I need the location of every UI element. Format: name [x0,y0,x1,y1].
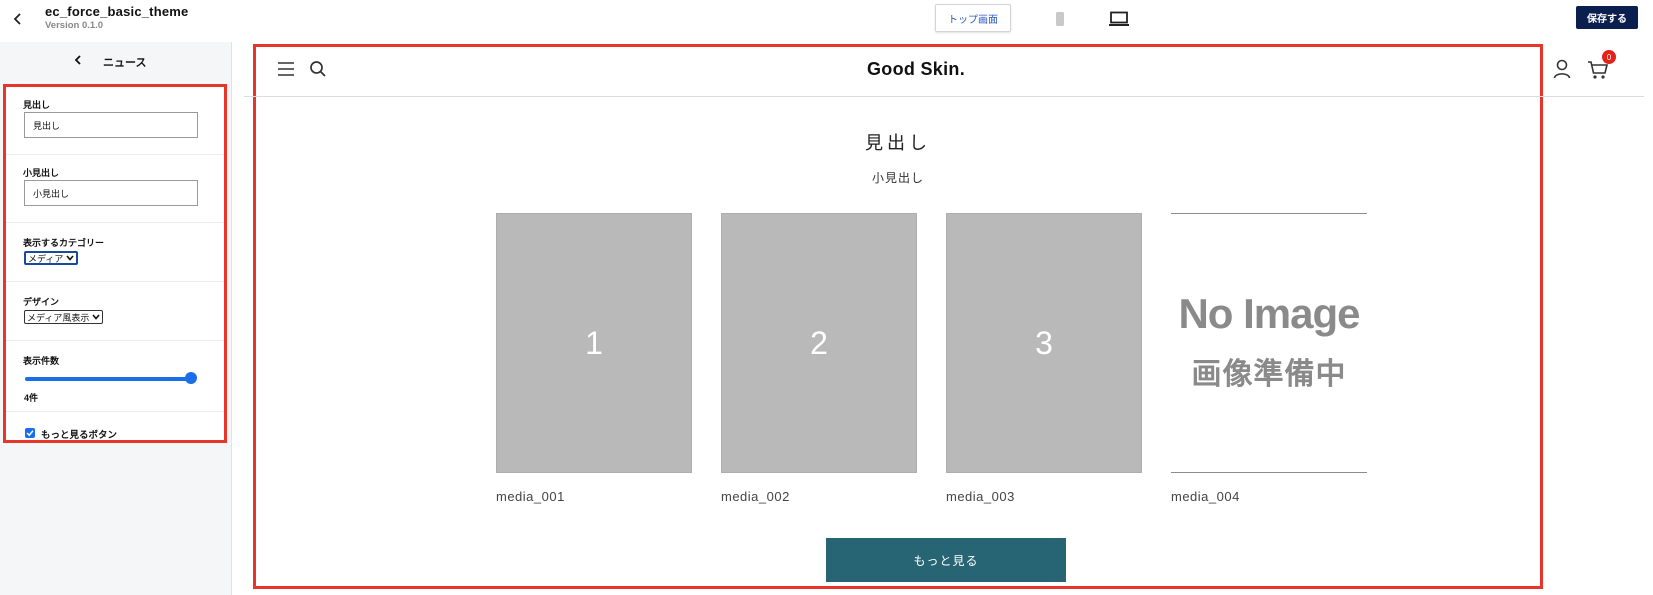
editor-topbar: ec_force_basic_theme Version 0.1.0 トップ画面… [0,0,1653,42]
site-header: Good Skin. 0 [244,47,1644,97]
count-setting: 表示件数 4件 [6,341,224,412]
top-page-button[interactable]: トップ画面 [935,4,1011,32]
search-icon[interactable] [308,59,328,79]
user-icon[interactable] [1552,58,1572,80]
no-image-text: No Image [1178,290,1360,337]
media-title[interactable]: media_004 [1171,489,1367,504]
save-button[interactable]: 保存する [1576,6,1638,29]
sidebar-header: ニュース [0,42,231,80]
design-selected-value: メディア風表示 [27,312,90,323]
heading-setting: 見出し [6,87,224,155]
heading-input[interactable] [24,112,198,138]
more-button-setting: もっと見るボタン [6,412,224,446]
subheading-label: 小見出し [23,168,60,178]
design-select[interactable]: メディア風表示 [24,310,104,324]
count-slider-thumb[interactable] [185,372,197,384]
theme-name: ec_force_basic_theme [45,4,189,19]
media-card[interactable]: 1 media_001 [496,213,692,504]
sidebar-title: ニュース [103,57,147,69]
mobile-device-icon [1056,12,1064,26]
mobile-view-toggle[interactable] [1052,10,1068,28]
site-preview: Good Skin. 0 見出し 小見出し 1 media_001 2 medi… [244,44,1644,589]
subheading-setting: 小見出し [6,155,224,223]
category-label: 表示するカテゴリー [23,238,105,248]
sidebar-back-button[interactable] [70,52,86,68]
chevron-left-icon [74,55,81,65]
chevron-left-icon [13,13,21,25]
media-title[interactable]: media_003 [946,489,1142,504]
media-thumbnail[interactable]: 3 [946,213,1142,473]
more-button[interactable]: もっと見る [826,538,1066,582]
no-image-japanese-text: 画像準備中 [1191,358,1347,391]
design-setting: デザイン メディア風表示 [6,282,224,341]
back-button[interactable] [8,9,28,29]
check-icon [26,430,34,437]
chevron-down-icon [92,314,100,320]
cart-count-badge: 0 [1602,50,1616,64]
theme-version: Version 0.1.0 [45,20,104,31]
settings-sidebar: ニュース 見出し 小見出し 表示するカテゴリー メディア デザイン メディア風表… [0,42,232,595]
subheading-input[interactable] [24,180,198,206]
category-setting: 表示するカテゴリー メディア [6,223,224,282]
section-heading: 見出し [865,133,931,153]
count-value: 4件 [24,393,39,403]
hamburger-icon[interactable] [276,59,296,79]
count-label: 表示件数 [23,356,60,366]
desktop-view-toggle[interactable] [1108,9,1130,29]
media-card[interactable]: No Image 画像準備中 media_004 [1171,213,1367,504]
category-selected-value: メディア [28,253,64,264]
media-thumbnail[interactable]: 2 [721,213,917,473]
media-card[interactable]: 2 media_002 [721,213,917,504]
category-select[interactable]: メディア [24,251,79,265]
heading-label: 見出し [23,100,51,110]
section-subheading: 小見出し [871,171,924,185]
chevron-down-icon [66,255,74,261]
count-slider-track[interactable] [25,377,191,381]
more-button-label: もっと見るボタン [41,430,118,441]
media-thumbnail[interactable]: 1 [496,213,692,473]
media-title[interactable]: media_001 [496,489,692,504]
media-card[interactable]: 3 media_003 [946,213,1142,504]
settings-panel: 見出し 小見出し 表示するカテゴリー メディア デザイン メディア風表示 表示件 [3,84,227,443]
desktop-device-icon [1109,11,1129,26]
no-image-thumbnail[interactable]: No Image 画像準備中 [1171,213,1367,473]
media-title[interactable]: media_002 [721,489,917,504]
site-logo[interactable]: Good Skin. [867,59,965,80]
design-label: デザイン [23,297,60,307]
more-button-checkbox[interactable] [25,428,35,438]
